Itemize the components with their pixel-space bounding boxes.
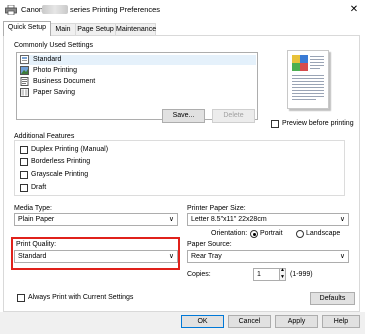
print-quality-value: Standard [18, 253, 47, 260]
duplex-printing-checkbox[interactable] [20, 146, 28, 154]
cancel-button[interactable]: Cancel [228, 315, 271, 328]
grayscale-printing-checkbox[interactable] [20, 171, 28, 179]
media-type-dropdown[interactable]: Plain Paper ∨ [14, 213, 178, 226]
portrait-label: Portrait [260, 230, 283, 237]
printer-paper-size-dropdown[interactable]: Letter 8.5"x11" 22x28cm ∨ [187, 213, 349, 226]
chevron-down-icon: ∨ [168, 216, 174, 223]
chevron-down-icon: ∨ [339, 216, 345, 223]
help-button[interactable]: Help [322, 315, 360, 328]
business-document-icon [20, 77, 29, 86]
list-item-label: Photo Printing [33, 67, 77, 74]
borderless-printing-checkbox[interactable] [20, 158, 28, 166]
list-item-label: Business Document [33, 78, 96, 85]
list-item-label: Paper Saving [33, 89, 76, 96]
apply-button[interactable]: Apply [275, 315, 318, 328]
printer-icon [5, 4, 17, 16]
stepper-down-icon[interactable]: ▼ [280, 274, 285, 280]
chevron-down-icon: ∨ [168, 253, 174, 260]
stepper-up-icon[interactable]: ▲ [280, 267, 285, 273]
landscape-label: Landscape [306, 230, 341, 237]
orientation-label: Orientation: [211, 230, 248, 237]
save-button[interactable]: Save... [162, 109, 205, 123]
copies-range-label: (1-999) [290, 271, 313, 278]
model-name-redacted [42, 5, 68, 14]
copies-label: Copies: [187, 271, 211, 278]
always-print-checkbox[interactable] [17, 294, 25, 302]
grayscale-printing-label: Grayscale Printing [31, 171, 89, 178]
borderless-printing-label: Borderless Printing [31, 158, 91, 165]
paper-source-label: Paper Source: [187, 241, 232, 248]
copies-value: 1 [257, 271, 261, 278]
photo-printing-icon [20, 66, 29, 75]
window-title-suffix: series Printing Preferences [70, 5, 161, 14]
defaults-button[interactable]: Defaults [310, 292, 355, 305]
landscape-radio[interactable] [296, 230, 304, 238]
draft-checkbox[interactable] [20, 184, 28, 192]
paper-source-value: Rear Tray [191, 253, 222, 260]
tab-strip: Quick Setup Main Page Setup Maintenance [0, 21, 365, 36]
list-item-label: Standard [33, 56, 62, 63]
tab-page-setup[interactable]: Page Setup [75, 23, 116, 35]
standard-settings-icon [20, 55, 29, 64]
tab-main[interactable]: Main [50, 23, 76, 35]
portrait-radio[interactable] [250, 230, 258, 238]
chevron-down-icon: ∨ [339, 253, 345, 260]
title-bar: Canon series Printing Preferences ✕ [0, 0, 365, 20]
preview-before-printing-checkbox[interactable] [271, 120, 279, 128]
paper-preview-image [287, 50, 329, 109]
delete-button[interactable]: Delete [212, 109, 255, 123]
draft-label: Draft [31, 184, 47, 191]
printer-paper-size-label: Printer Paper Size: [187, 205, 246, 212]
printer-paper-size-value: Letter 8.5"x11" 22x28cm [191, 216, 267, 223]
print-quality-label: Print Quality: [16, 241, 57, 248]
paper-saving-icon [20, 88, 29, 97]
additional-features-label: Additional Features [14, 133, 75, 140]
window-title-prefix: Canon [21, 5, 44, 14]
ok-button[interactable]: OK [181, 315, 224, 328]
duplex-printing-label: Duplex Printing (Manual) [31, 146, 109, 153]
close-icon[interactable]: ✕ [347, 3, 361, 17]
always-print-label: Always Print with Current Settings [28, 294, 134, 301]
list-item-standard[interactable]: Standard [20, 55, 256, 65]
commonly-used-settings-label: Commonly Used Settings [14, 42, 93, 49]
paper-source-dropdown[interactable]: Rear Tray ∨ [187, 250, 349, 263]
media-type-label: Media Type: [14, 205, 53, 212]
preview-before-printing-label: Preview before printing [282, 120, 354, 127]
media-type-value: Plain Paper [18, 216, 55, 223]
tab-maintenance[interactable]: Maintenance [115, 23, 156, 35]
copies-stepper[interactable]: ▲ ▼ [279, 267, 286, 281]
print-quality-dropdown[interactable]: Standard ∨ [14, 250, 178, 263]
tab-quick-setup[interactable]: Quick Setup [3, 21, 51, 36]
